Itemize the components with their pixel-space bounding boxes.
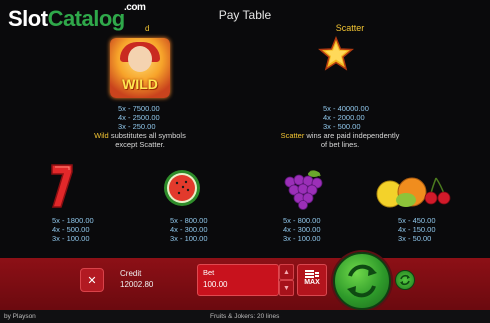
scatter-title: Scatter: [335, 23, 365, 33]
wild-symbol-text: WILD: [122, 76, 158, 92]
scatter-star-symbol: [318, 36, 354, 71]
credit-label: Credit: [120, 269, 142, 278]
arrow-up-icon: ▲: [283, 268, 290, 276]
pay-line: 5x - 1800.00: [52, 216, 94, 225]
autoplay-button[interactable]: [395, 270, 415, 290]
pay-line: 4x - 2000.00: [323, 113, 365, 122]
bet-decrease-button[interactable]: ▼: [279, 280, 294, 296]
bet-label: Bet: [203, 268, 215, 277]
autoplay-icon: [400, 274, 410, 286]
spin-button[interactable]: [333, 252, 391, 310]
wild-joker-symbol: WILD: [110, 38, 170, 98]
pay-line: 5x - 450.00: [398, 216, 436, 225]
wild-pays: 5x - 7500.00 4x - 2500.00 3x - 250.00: [118, 104, 160, 131]
scatter-description: Scatter wins are paid independently of b…: [280, 131, 400, 149]
pay-line: 5x - 7500.00: [118, 104, 160, 113]
bet-increase-button[interactable]: ▲: [279, 264, 294, 280]
seven-symbol: [51, 164, 73, 208]
watermelon-pays: 5x - 800.00 4x - 300.00 3x - 100.00: [170, 216, 208, 243]
coin-stack-icon: [305, 270, 319, 278]
pay-line: 5x - 800.00: [283, 216, 321, 225]
close-icon: ✕: [87, 274, 97, 287]
close-paytable-button[interactable]: ✕: [80, 268, 104, 292]
pay-line: 4x - 2500.00: [118, 113, 160, 122]
pay-line: 3x - 100.00: [170, 234, 208, 243]
pay-line: 3x - 500.00: [323, 122, 361, 131]
max-bet-button[interactable]: MAX: [297, 264, 327, 296]
grapes-symbol: [284, 170, 323, 210]
watermelon-symbol: [164, 170, 200, 206]
pay-line: 3x - 250.00: [118, 122, 156, 131]
pay-line: 3x - 50.00: [398, 234, 432, 243]
pay-line: 5x - 800.00: [170, 216, 208, 225]
provider-label: by Playson: [4, 313, 36, 320]
pay-line: 3x - 100.00: [283, 234, 321, 243]
wild-description: Wild substitutes all symbols except Scat…: [94, 131, 186, 149]
max-bet-label: MAX: [304, 279, 320, 286]
scatter-pays: 5x - 40000.00 4x - 2000.00 3x - 500.00: [323, 104, 369, 131]
wild-title-fragment: d: [145, 24, 150, 33]
page-title: Pay Table: [218, 8, 272, 22]
pay-line: 4x - 150.00: [398, 225, 436, 234]
pay-line: 4x - 500.00: [52, 225, 90, 234]
seven-pays: 5x - 1800.00 4x - 500.00 3x - 100.00: [52, 216, 94, 243]
citrus-cherry-pays: 5x - 450.00 4x - 150.00 3x - 50.00: [398, 216, 436, 243]
pay-line: 3x - 100.00: [52, 234, 90, 243]
pay-line: 5x - 40000.00: [323, 104, 369, 113]
credit-value: 12002.80: [120, 280, 154, 289]
spin-arrows-icon: [347, 264, 377, 298]
pay-line: 4x - 300.00: [283, 225, 321, 234]
game-info: Fruits & Jokers: 20 lines: [210, 313, 280, 320]
citrus-cherry-symbol: [376, 177, 451, 208]
grapes-pays: 5x - 800.00 4x - 300.00 3x - 100.00: [283, 216, 321, 243]
bet-value: 100.00: [203, 280, 228, 289]
pay-line: 4x - 300.00: [170, 225, 208, 234]
arrow-down-icon: ▼: [283, 284, 290, 292]
